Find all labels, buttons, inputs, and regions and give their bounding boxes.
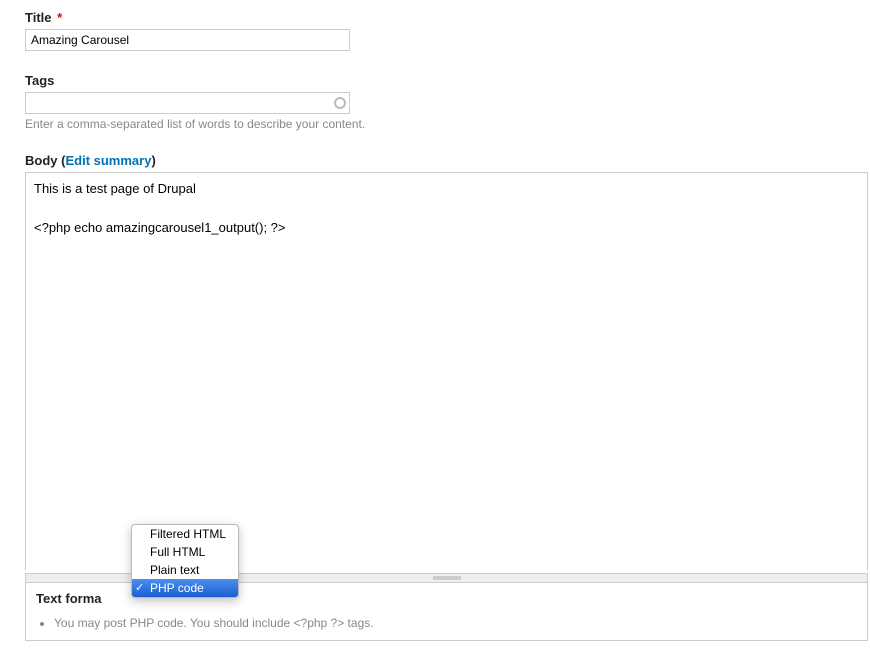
text-format-section: Text forma Filtered HTML Full HTML Plain…: [25, 583, 868, 641]
body-textarea[interactable]: [25, 172, 868, 570]
tags-input-wrap: [25, 92, 350, 114]
body-label: Body: [25, 153, 58, 168]
tags-hint: Enter a comma-separated list of words to…: [25, 117, 870, 131]
checkmark-icon: ✓: [135, 581, 144, 594]
text-format-label: Text forma: [36, 591, 102, 606]
edit-summary-link[interactable]: Edit summary: [65, 153, 151, 168]
body-label-row: Body (Edit summary): [25, 153, 870, 168]
title-field-group: Title *: [25, 10, 870, 51]
edit-summary-suffix: ): [151, 153, 155, 168]
tags-field-group: Tags Enter a comma-separated list of wor…: [25, 73, 870, 131]
title-input[interactable]: [25, 29, 350, 51]
autocomplete-throbber-icon: [334, 97, 346, 109]
select-option-plain-text[interactable]: Plain text: [132, 561, 238, 579]
title-label-text: Title: [25, 10, 52, 25]
required-star-icon: *: [57, 10, 62, 25]
format-hint-item: You may post PHP code. You should includ…: [54, 616, 857, 630]
select-option-php-code[interactable]: ✓ PHP code: [132, 579, 238, 597]
select-option-full-html[interactable]: Full HTML: [132, 543, 238, 561]
select-option-php-code-label: PHP code: [150, 581, 204, 595]
title-label: Title *: [25, 10, 870, 25]
select-option-filtered-html[interactable]: Filtered HTML: [132, 525, 238, 543]
text-format-select-menu[interactable]: Filtered HTML Full HTML Plain text ✓ PHP…: [131, 524, 239, 598]
tags-input[interactable]: [25, 92, 350, 114]
format-hints-list: You may post PHP code. You should includ…: [36, 616, 857, 630]
tags-label: Tags: [25, 73, 870, 88]
body-field-group: Body (Edit summary) Text forma Filtered …: [25, 153, 870, 641]
